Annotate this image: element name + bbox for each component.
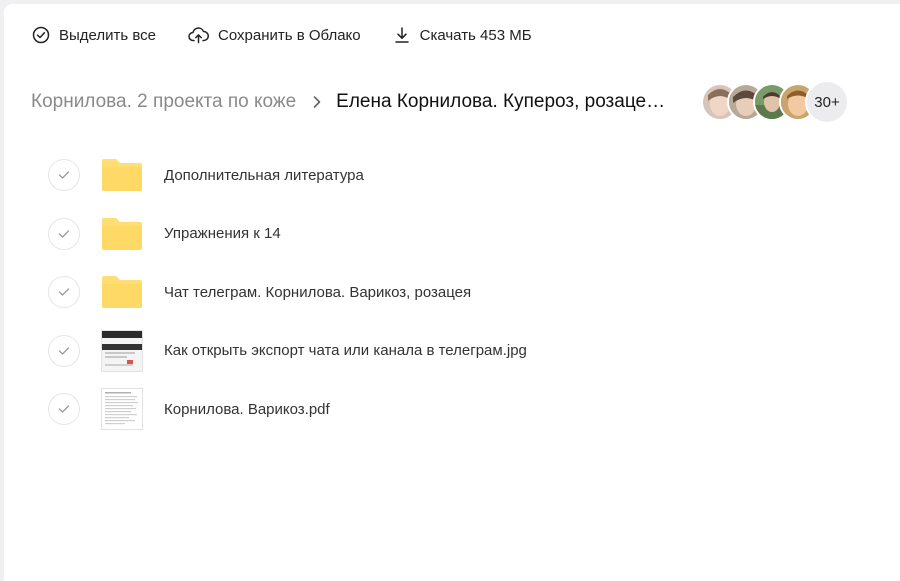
folder-icon (100, 212, 144, 256)
file-name: Как открыть экспорт чата или канала в те… (164, 342, 527, 360)
pdf-thumbnail-icon (100, 387, 144, 431)
list-item[interactable]: Корнилова. Варикоз.pdf (48, 380, 848, 439)
file-name: Упражнения к 14 (164, 225, 281, 243)
folder-icon (100, 270, 144, 314)
select-checkbox[interactable] (48, 334, 80, 367)
save-to-cloud-button[interactable]: Сохранить в Облако (188, 26, 361, 44)
check-circle-icon (32, 26, 50, 44)
check-icon (58, 230, 70, 238)
download-label: Скачать 453 МБ (419, 26, 532, 44)
folder-icon (100, 153, 144, 197)
list-item[interactable]: Дополнительная литература (48, 146, 848, 205)
select-checkbox[interactable] (48, 159, 80, 192)
chevron-right-icon (312, 95, 322, 109)
file-browser-panel: Выделить все Сохранить в Облако Скачать … (4, 4, 900, 581)
list-item[interactable]: Упражнения к 14 (48, 205, 848, 264)
file-name: Корнилова. Варикоз.pdf (164, 400, 330, 418)
more-users-badge[interactable]: 30+ (805, 80, 849, 124)
save-to-cloud-label: Сохранить в Облако (218, 26, 361, 44)
select-all-label: Выделить все (59, 26, 157, 44)
toolbar: Выделить все Сохранить в Облако Скачать … (32, 22, 564, 48)
select-checkbox[interactable] (48, 276, 80, 309)
check-icon (58, 347, 70, 355)
select-checkbox[interactable] (48, 217, 80, 250)
check-icon (58, 405, 70, 413)
shared-users[interactable]: 30+ (701, 80, 849, 124)
check-icon (58, 171, 70, 179)
file-name: Дополнительная литература (164, 166, 364, 184)
breadcrumb-current: Елена Корнилова. Купероз, розаце… (336, 91, 666, 112)
file-name: Чат телеграм. Корнилова. Варикоз, розаце… (164, 283, 472, 301)
download-button[interactable]: Скачать 453 МБ (393, 26, 532, 44)
cloud-upload-icon (188, 27, 209, 44)
breadcrumb-parent[interactable]: Корнилова. 2 проекта по коже (31, 91, 296, 113)
image-thumbnail-icon (100, 329, 144, 373)
file-list: Дополнительная литература Упражнения к 1… (48, 146, 848, 439)
select-all-button[interactable]: Выделить все (32, 26, 156, 44)
download-icon (394, 27, 409, 43)
check-icon (58, 288, 70, 296)
list-item[interactable]: Как открыть экспорт чата или канала в те… (48, 322, 848, 381)
list-item[interactable]: Чат телеграм. Корнилова. Варикоз, розаце… (48, 263, 848, 322)
select-checkbox[interactable] (48, 393, 80, 426)
